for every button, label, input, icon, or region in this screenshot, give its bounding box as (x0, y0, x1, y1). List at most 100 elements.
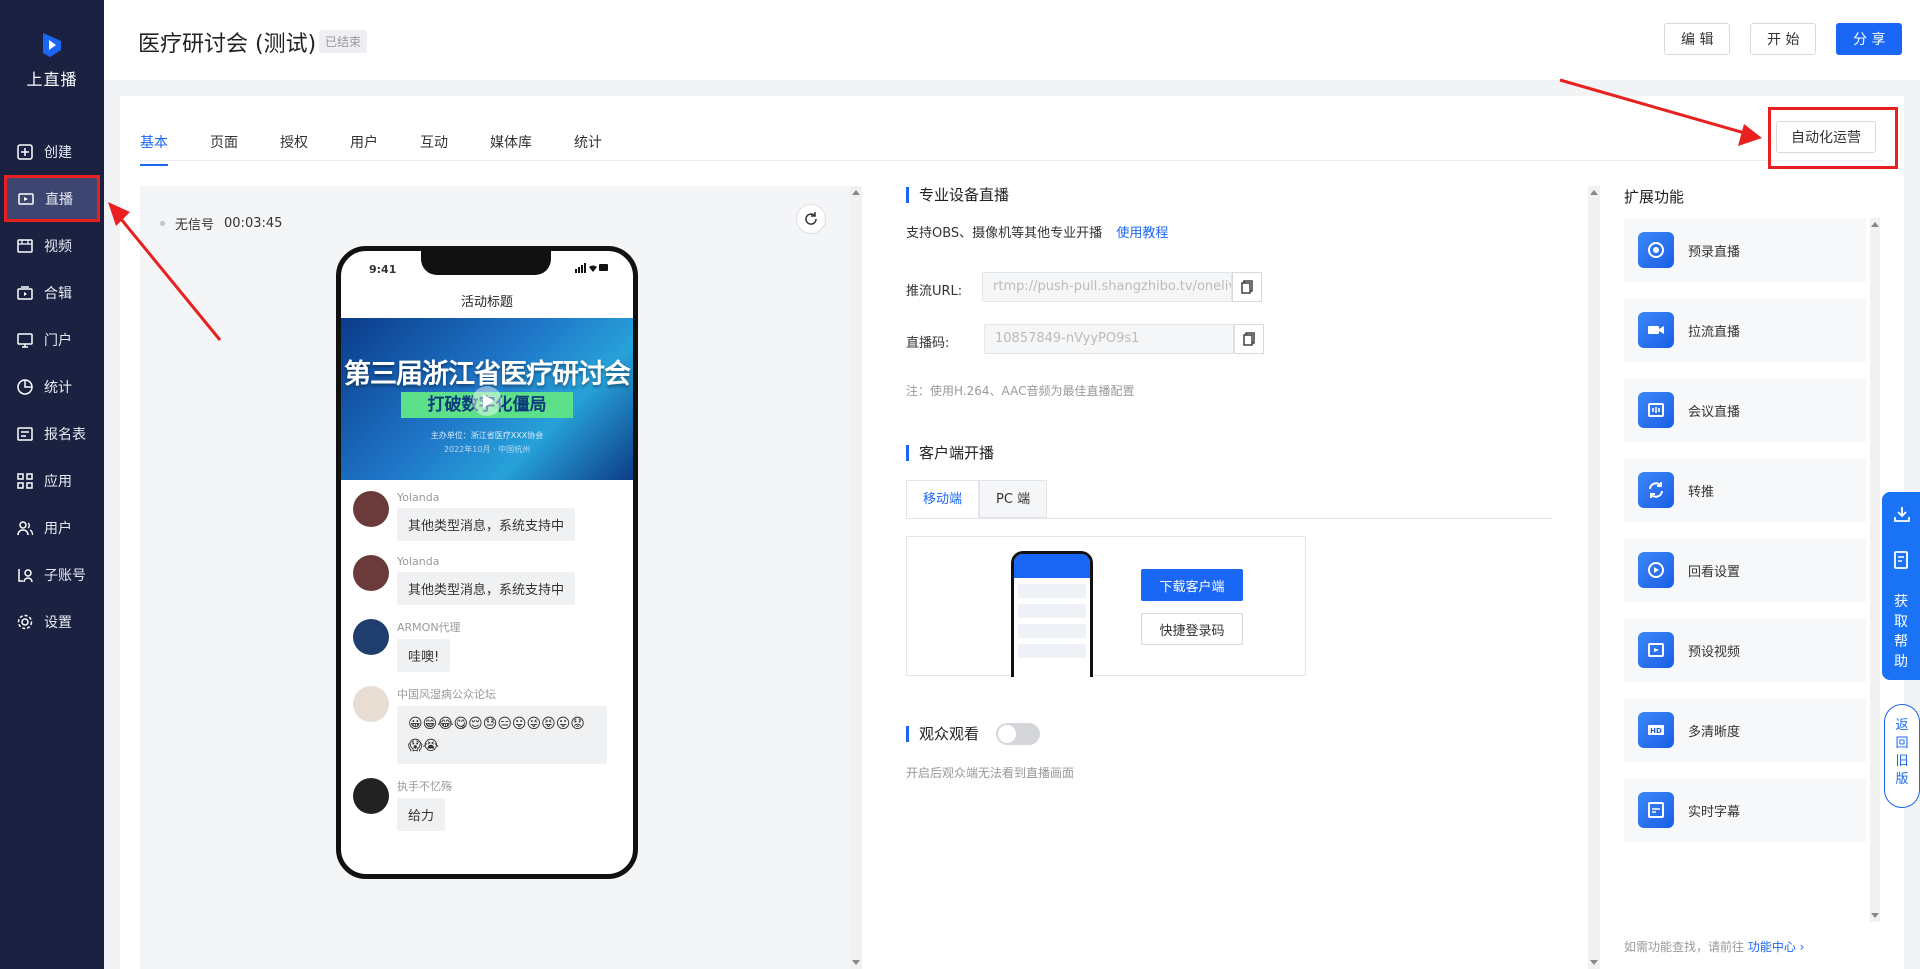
config-scrollbar[interactable] (1588, 186, 1600, 969)
sub-account-icon (18, 568, 33, 582)
nav-item-apps[interactable]: 应用 (0, 457, 104, 504)
ext-item-relay[interactable]: 转推 (1624, 458, 1866, 522)
chat-bubble: 给力 (397, 798, 446, 831)
signal-text: 无信号 (175, 218, 215, 233)
refresh-button[interactable] (796, 204, 826, 234)
share-button[interactable]: 分 享 (1836, 23, 1903, 55)
nav-item-video[interactable]: 视频 (0, 222, 104, 269)
chat-user-name: Yolanda (397, 491, 440, 504)
edit-note-icon[interactable] (1892, 550, 1912, 570)
audience-toggle[interactable] (996, 723, 1040, 745)
chat-bubble: 哇噢! (397, 639, 451, 672)
audience-desc: 开启后观众端无法看到直播画面 (906, 766, 1075, 780)
annotation-highlight-box (1768, 107, 1898, 169)
nav-item-users[interactable]: 用户 (0, 504, 104, 551)
nav-list: 创建 直播 视频 合辑 门户 统计 报名表 应用 用户 子账号 设置 (0, 128, 104, 645)
copy-code-button[interactable] (1234, 324, 1264, 354)
scroll-up-icon[interactable] (1590, 190, 1598, 195)
status-badge: 已结束 (319, 30, 368, 53)
ext-item-preset-video[interactable]: 预设视频 (1624, 618, 1866, 682)
chat-message: ARMON代理 哇噢! (353, 619, 623, 672)
scroll-up-icon[interactable] (852, 190, 860, 195)
ext-item-replay-settings[interactable]: 回看设置 (1624, 538, 1866, 602)
video-camera-icon (18, 192, 34, 205)
camera-icon (1638, 312, 1674, 348)
pie-chart-icon (17, 378, 33, 395)
download-icon[interactable] (1892, 504, 1912, 524)
scroll-down-icon[interactable] (1590, 960, 1598, 965)
tutorial-link[interactable]: 使用教程 (1116, 226, 1168, 241)
ext-item-live-subtitles[interactable]: 实时字幕 (1624, 778, 1866, 842)
edit-button[interactable]: 编 辑 (1664, 23, 1731, 55)
nav-label: 门户 (44, 332, 72, 349)
feature-center-link[interactable]: 功能中心 › (1748, 940, 1805, 954)
chat-message: 执手不忆殇 给力 (353, 778, 623, 831)
signal-dot-icon (160, 221, 165, 226)
back-to-old-version-button[interactable]: 返回旧版 (1884, 704, 1920, 808)
chat-message: Yolanda 其他类型消息，系统支持中 (353, 555, 623, 605)
avatar (353, 686, 389, 722)
pro-stream-desc-text: 支持OBS、摄像机等其他专业开播 (906, 226, 1103, 241)
extensions-footer-text: 如需功能查找，请前往 (1624, 940, 1745, 954)
scroll-up-icon[interactable] (1871, 222, 1879, 227)
nav-item-stats[interactable]: 统计 (0, 363, 104, 410)
push-url-input[interactable]: rtmp://push-pull.shangzhibo.tv/onelive (982, 272, 1232, 302)
hd-icon: HD (1638, 712, 1674, 748)
section-title-audience: 观众观看 (906, 726, 979, 742)
download-client-button[interactable]: 下载客户端 (1141, 569, 1243, 601)
preset-video-icon (1638, 632, 1674, 668)
plus-square-icon (17, 143, 33, 160)
old-version-label: 返回旧版 (1895, 718, 1909, 787)
film-icon (17, 238, 33, 253)
stream-code-input[interactable]: 10857849-nVyyPO9s1 (984, 324, 1234, 354)
ext-label: 实时字幕 (1688, 804, 1741, 820)
ext-item-pull-stream[interactable]: 拉流直播 (1624, 298, 1866, 362)
play-icon[interactable] (472, 386, 502, 416)
ext-label: 回看设置 (1688, 564, 1741, 580)
page-title: 医疗研讨会 (测试) (138, 32, 317, 57)
chat-user-name: 执手不忆殇 (397, 780, 452, 793)
nav-item-portal[interactable]: 门户 (0, 316, 104, 363)
start-button[interactable]: 开 始 (1750, 23, 1817, 55)
nav-item-settings[interactable]: 设置 (0, 598, 104, 645)
nav-item-create[interactable]: 创建 (0, 128, 104, 175)
phone-notch (421, 251, 551, 275)
ext-item-prerecorded-live[interactable]: 预录直播 (1624, 218, 1866, 282)
chat-user-name: Yolanda (397, 555, 440, 568)
scroll-down-icon[interactable] (852, 960, 860, 965)
tab-mobile[interactable]: 移动端 (906, 480, 980, 518)
ext-label: 预录直播 (1688, 244, 1741, 260)
nav-item-sub-accounts[interactable]: 子账号 (0, 551, 104, 598)
chat-bubble: 其他类型消息，系统支持中 (397, 572, 576, 605)
nav-item-collection[interactable]: 合辑 (0, 269, 104, 316)
relay-icon (1638, 472, 1674, 508)
meeting-icon (1638, 392, 1674, 428)
quick-login-code-button[interactable]: 快捷登录码 (1141, 613, 1243, 645)
help-float-bar: 获取帮助 (1882, 492, 1920, 680)
get-help-button[interactable]: 获取帮助 (1893, 592, 1909, 672)
ext-item-multi-resolution[interactable]: HD 多清晰度 (1624, 698, 1866, 762)
users-icon (17, 520, 34, 535)
nav-label: 创建 (44, 144, 72, 161)
tab-pc[interactable]: PC 端 (979, 480, 1048, 518)
ext-label: 预设视频 (1688, 644, 1741, 660)
refresh-icon (805, 212, 817, 225)
extensions-scrollbar[interactable] (1870, 218, 1880, 922)
live-preview: 无信号 00:03:45 9:41 活动标题 第三届浙江省医疗研讨会 打破数字化… (140, 186, 850, 969)
chat-message: 中国风湿病公众论坛 😀😁😂😋😌😓😑😛😜😝😛😟😱😭 (353, 686, 623, 764)
preview-scrollbar[interactable] (850, 186, 862, 969)
event-cover-image[interactable]: 第三届浙江省医疗研讨会 打破数字化僵局 主办单位：浙江省医疗XXX协会 2022… (341, 318, 633, 480)
avatar (353, 491, 389, 527)
chat-list: Yolanda 其他类型消息，系统支持中 Yolanda 其他类型消息，系统支持… (353, 491, 623, 845)
copy-url-button[interactable] (1232, 272, 1262, 302)
pro-stream-desc: 支持OBS、摄像机等其他专业开播 使用教程 (906, 222, 1168, 241)
avatar (353, 619, 389, 655)
extensions-footer: 如需功能查找，请前往 功能中心 › (1624, 938, 1804, 955)
logo[interactable]: 上直播 (0, 0, 104, 110)
apps-icon (17, 472, 33, 489)
nav-item-signup-form[interactable]: 报名表 (0, 410, 104, 457)
nav-item-live[interactable]: 直播 (4, 175, 100, 222)
ext-item-meeting-live[interactable]: 会议直播 (1624, 378, 1866, 442)
scroll-down-icon[interactable] (1871, 913, 1879, 918)
nav-label: 合辑 (44, 285, 72, 302)
